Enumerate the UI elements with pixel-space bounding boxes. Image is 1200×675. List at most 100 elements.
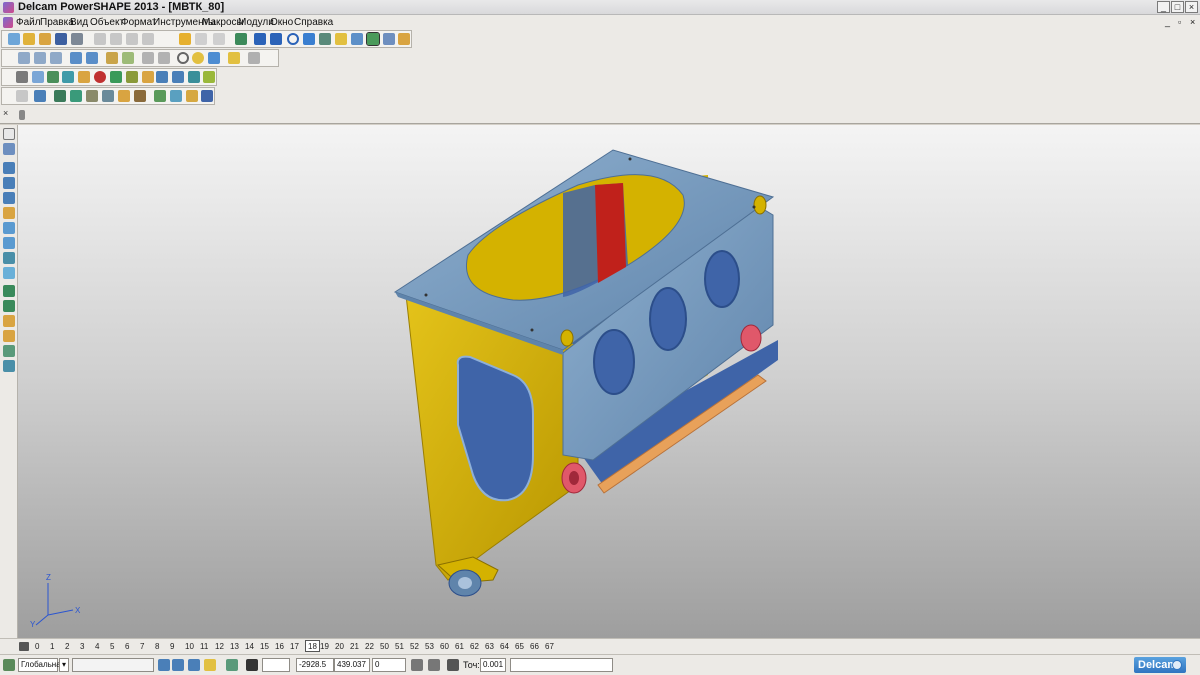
model-icon[interactable] bbox=[3, 207, 15, 219]
wire-icon[interactable] bbox=[3, 267, 15, 279]
layer-icon[interactable] bbox=[3, 162, 15, 174]
command-input[interactable] bbox=[510, 658, 613, 672]
document-icon[interactable] bbox=[3, 17, 13, 28]
level-20[interactable]: 20 bbox=[335, 642, 344, 651]
shaded-wire-icon[interactable] bbox=[208, 52, 220, 64]
solid-spin-icon[interactable] bbox=[126, 71, 138, 83]
redo-icon[interactable] bbox=[195, 33, 207, 45]
measure-icon[interactable] bbox=[154, 90, 166, 102]
workplane-icon[interactable] bbox=[254, 33, 266, 45]
y-coordinate[interactable]: 439.037 bbox=[334, 658, 370, 672]
level-53[interactable]: 53 bbox=[425, 642, 434, 651]
workplane-select[interactable]: Глобальна bbox=[18, 658, 61, 672]
line-icon[interactable] bbox=[270, 33, 282, 45]
delete-icon[interactable] bbox=[142, 33, 154, 45]
snap-icon[interactable] bbox=[226, 659, 238, 671]
view-right-icon[interactable] bbox=[50, 52, 62, 64]
close-panel-icon[interactable]: × bbox=[3, 109, 12, 118]
open-icon[interactable] bbox=[23, 33, 35, 45]
secondary-select[interactable] bbox=[72, 658, 154, 672]
rotate-icon[interactable] bbox=[70, 90, 82, 102]
surface-icon[interactable] bbox=[351, 33, 363, 45]
menu-help[interactable]: Справка bbox=[294, 17, 333, 28]
new-icon[interactable] bbox=[8, 33, 20, 45]
level-63[interactable]: 63 bbox=[485, 642, 494, 651]
solid-icon[interactable] bbox=[366, 32, 380, 46]
level-5[interactable]: 5 bbox=[110, 642, 114, 651]
analysis-icon[interactable] bbox=[170, 90, 182, 102]
level-65[interactable]: 65 bbox=[515, 642, 524, 651]
zoom-icon[interactable] bbox=[106, 52, 118, 64]
level-67[interactable]: 67 bbox=[545, 642, 554, 651]
view-iso-icon[interactable] bbox=[70, 52, 82, 64]
solid-cylinder-icon[interactable] bbox=[47, 71, 59, 83]
menu-format[interactable]: Формат bbox=[121, 17, 157, 28]
principal-plane-icon[interactable] bbox=[158, 659, 170, 671]
feature-icon[interactable] bbox=[3, 315, 15, 327]
x-coordinate[interactable]: -2928.5 bbox=[296, 658, 334, 672]
solid-feature-icon[interactable] bbox=[156, 71, 168, 83]
level-51[interactable]: 51 bbox=[395, 642, 404, 651]
solid-shell-icon[interactable] bbox=[203, 71, 215, 83]
menu-modules[interactable]: Модули bbox=[238, 17, 274, 28]
z-coordinate[interactable]: 0 bbox=[372, 658, 406, 672]
scale-icon[interactable] bbox=[102, 90, 114, 102]
levels-icon[interactable] bbox=[19, 642, 29, 651]
graphics-viewport[interactable]: Z X Y bbox=[18, 125, 1200, 638]
level-50[interactable]: 50 bbox=[380, 642, 389, 651]
mirror-icon[interactable] bbox=[86, 90, 98, 102]
level-66[interactable]: 66 bbox=[530, 642, 539, 651]
draft-icon[interactable] bbox=[186, 90, 198, 102]
level-9[interactable]: 9 bbox=[170, 642, 174, 651]
plane-yz-icon[interactable] bbox=[172, 659, 184, 671]
solid-hole-icon[interactable] bbox=[188, 71, 200, 83]
level-19[interactable]: 19 bbox=[320, 642, 329, 651]
level-61[interactable]: 61 bbox=[455, 642, 464, 651]
level-12[interactable]: 12 bbox=[215, 642, 224, 651]
wireframe-icon[interactable] bbox=[177, 52, 189, 64]
copy-icon[interactable] bbox=[110, 33, 122, 45]
solid-boolean-icon[interactable] bbox=[142, 71, 154, 83]
group-icon[interactable] bbox=[3, 177, 15, 189]
level-7[interactable]: 7 bbox=[140, 642, 144, 651]
minimize-button[interactable]: _ bbox=[1157, 1, 1170, 13]
doc-close-button[interactable]: × bbox=[1190, 17, 1195, 27]
move-icon[interactable] bbox=[54, 90, 66, 102]
level-10[interactable]: 10 bbox=[185, 642, 194, 651]
open-folder-icon[interactable] bbox=[39, 33, 51, 45]
curve-icon[interactable] bbox=[303, 33, 315, 45]
maximize-button[interactable]: □ bbox=[1171, 1, 1184, 13]
paste-icon[interactable] bbox=[126, 33, 138, 45]
surface-tool-icon[interactable] bbox=[3, 222, 15, 234]
position-icon[interactable] bbox=[428, 659, 440, 671]
offset-icon[interactable] bbox=[118, 90, 130, 102]
level-4[interactable]: 4 bbox=[95, 642, 99, 651]
level-18[interactable]: 18 bbox=[305, 640, 320, 652]
undo-icon[interactable] bbox=[179, 33, 191, 45]
level-62[interactable]: 62 bbox=[470, 642, 479, 651]
zoom-in-icon[interactable] bbox=[142, 52, 154, 64]
level-0[interactable]: 0 bbox=[35, 642, 39, 651]
solid-fillet-icon[interactable] bbox=[172, 71, 184, 83]
level-64[interactable]: 64 bbox=[500, 642, 509, 651]
assembly-icon[interactable] bbox=[3, 330, 15, 342]
workplane-dropdown-icon[interactable]: ▾ bbox=[59, 658, 69, 672]
level-17[interactable]: 17 bbox=[290, 642, 299, 651]
level-2[interactable]: 2 bbox=[65, 642, 69, 651]
view-iso2-icon[interactable] bbox=[86, 52, 98, 64]
level-14[interactable]: 14 bbox=[245, 642, 254, 651]
array-icon[interactable] bbox=[134, 90, 146, 102]
solid-block-icon[interactable] bbox=[32, 71, 44, 83]
select-arrow-icon[interactable] bbox=[3, 128, 15, 140]
transform-icon[interactable] bbox=[34, 90, 46, 102]
level-3[interactable]: 3 bbox=[80, 642, 84, 651]
zoom-fit-icon[interactable] bbox=[122, 52, 134, 64]
solid-sphere-icon[interactable] bbox=[78, 71, 90, 83]
level-21[interactable]: 21 bbox=[350, 642, 359, 651]
level-8[interactable]: 8 bbox=[155, 642, 159, 651]
calculator-icon[interactable] bbox=[411, 659, 423, 671]
tolerance-icon[interactable] bbox=[447, 659, 459, 671]
shaded-icon[interactable] bbox=[192, 52, 204, 64]
tools-icon[interactable] bbox=[398, 33, 410, 45]
cut-icon[interactable] bbox=[94, 33, 106, 45]
